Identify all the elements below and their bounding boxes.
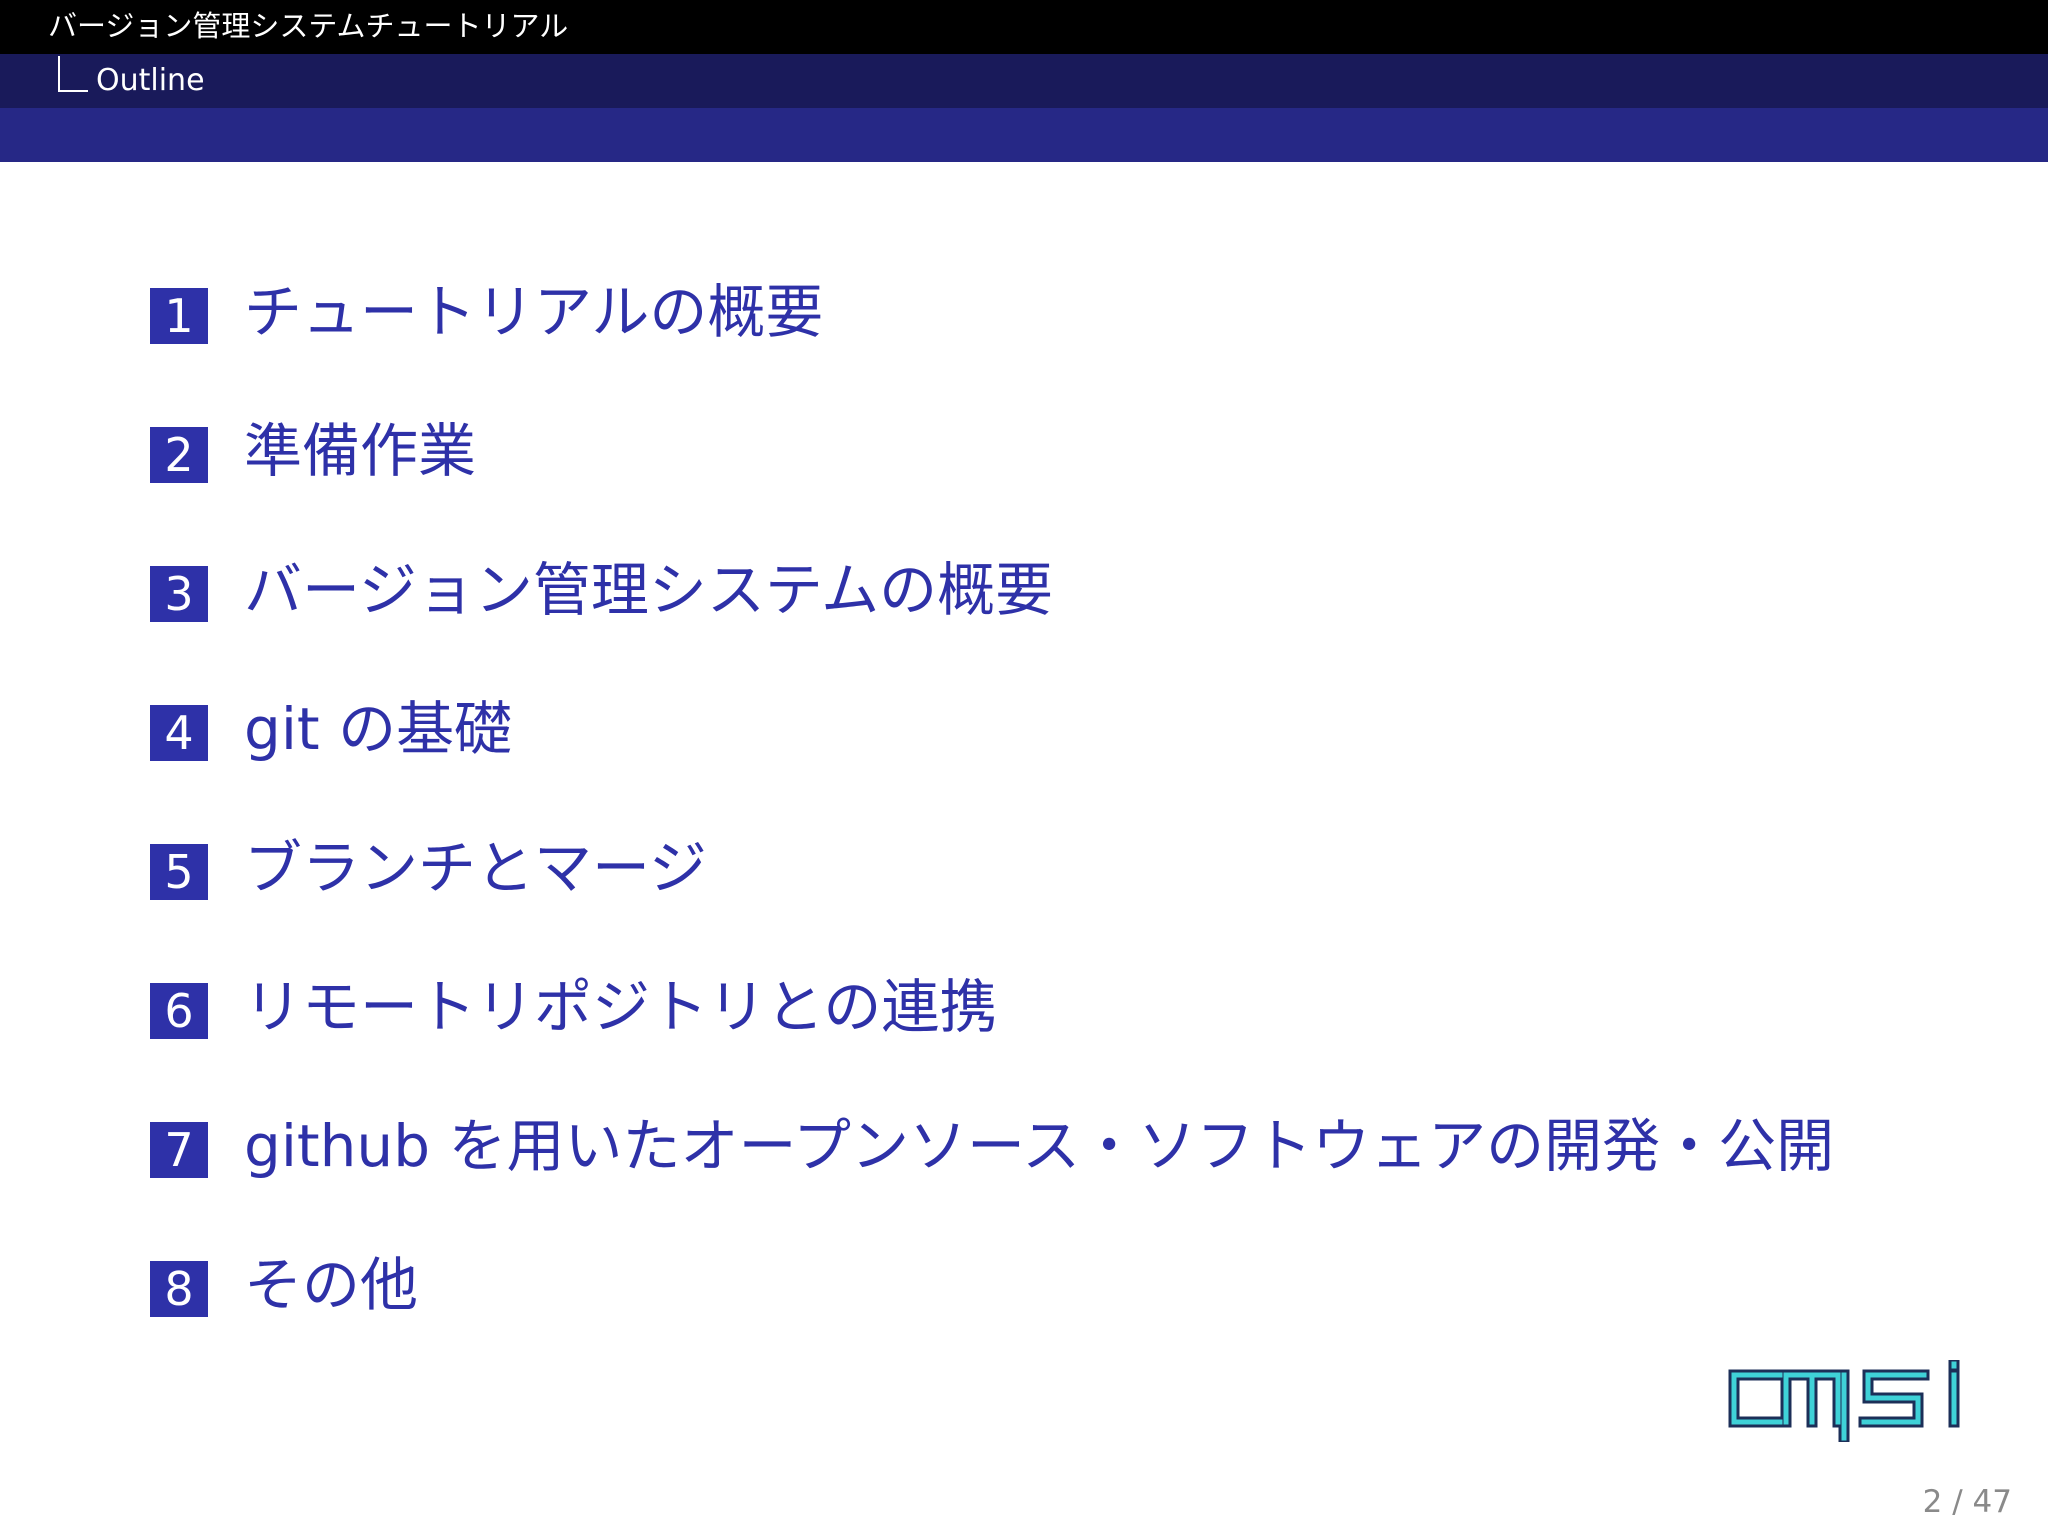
- tree-branch-icon: [58, 56, 88, 92]
- outline-item-number: 2: [150, 427, 208, 483]
- outline-item-number: 8: [150, 1261, 208, 1317]
- document-title: バージョン管理システムチュートリアル: [48, 9, 569, 43]
- outline-item-label: バージョン管理システムの概要: [244, 556, 1054, 624]
- outline-item[interactable]: 6 リモートリポジトリとの連携: [150, 960, 1950, 1099]
- slide: バージョン管理システムチュートリアル Outline 1 チュートリアルの概要 …: [0, 0, 2048, 1536]
- outline-item-label: ブランチとマージ: [244, 834, 707, 902]
- outline-item[interactable]: 7 github を用いたオープンソース・ソフトウェアの開発・公開: [150, 1099, 1950, 1238]
- outline-item-number: 7: [150, 1122, 208, 1178]
- outline-item[interactable]: 4 git の基礎: [150, 682, 1950, 821]
- outline-item-label: チュートリアルの概要: [244, 278, 824, 346]
- header-section-bar: Outline: [0, 54, 2048, 108]
- header-frame-bar: [0, 108, 2048, 162]
- outline-list: 1 チュートリアルの概要 2 準備作業 3 バージョン管理システムの概要 4 g…: [150, 265, 1950, 1377]
- cmsi-logo-icon: [1728, 1360, 1960, 1442]
- outline-item[interactable]: 1 チュートリアルの概要: [150, 265, 1950, 404]
- header-title-bar: バージョン管理システムチュートリアル: [0, 0, 2048, 54]
- outline-item-number: 4: [150, 705, 208, 761]
- outline-item-label: github を用いたオープンソース・ソフトウェアの開発・公開: [244, 1112, 1835, 1180]
- outline-item[interactable]: 3 バージョン管理システムの概要: [150, 543, 1950, 682]
- page-number: 2 / 47: [1922, 1484, 2012, 1520]
- outline-item-label: git の基礎: [244, 695, 513, 763]
- section-title: Outline: [96, 63, 205, 98]
- outline-item-label: リモートリポジトリとの連携: [244, 973, 998, 1041]
- outline-item-number: 1: [150, 288, 208, 344]
- outline-item-number: 6: [150, 983, 208, 1039]
- outline-item-label: その他: [244, 1251, 419, 1319]
- outline-item-number: 3: [150, 566, 208, 622]
- outline-item-label: 準備作業: [244, 417, 477, 485]
- outline-item-number: 5: [150, 844, 208, 900]
- outline-item[interactable]: 2 準備作業: [150, 404, 1950, 543]
- outline-item[interactable]: 5 ブランチとマージ: [150, 821, 1950, 960]
- outline-item[interactable]: 8 その他: [150, 1238, 1950, 1377]
